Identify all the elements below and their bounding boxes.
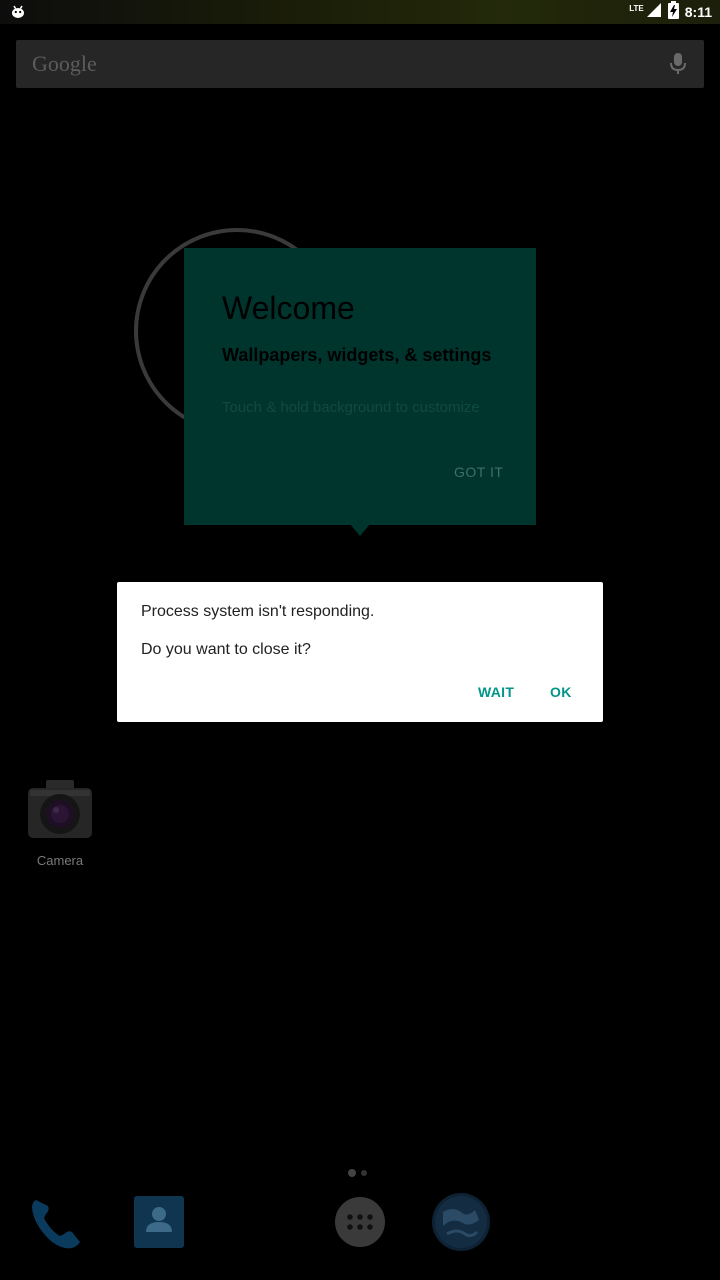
google-search-bar[interactable]: Google [16,40,704,88]
dock-contacts[interactable] [126,1192,190,1256]
browser-globe-icon [429,1190,493,1259]
app-camera[interactable]: Camera [20,778,100,868]
ok-button[interactable]: OK [550,684,572,700]
dialog-message: Process system isn't responding. [141,603,375,620]
android-notification-icon [10,5,26,23]
app-drawer-icon [328,1190,392,1259]
welcome-subtitle: Wallpapers, widgets, & settings [222,345,492,365]
welcome-pointer [350,524,370,536]
home-screen: LTE 8:11 Google Welcome Wallpapers, widg… [0,0,720,1280]
battery-charging-icon [667,0,679,24]
microphone-icon[interactable] [670,52,686,81]
page-dot [361,1170,367,1176]
contacts-icon [126,1190,190,1259]
welcome-title: Welcome [222,290,355,326]
clock: 8:11 [684,4,712,20]
dock-phone[interactable] [24,1192,88,1256]
welcome-card: Welcome Wallpapers, widgets, & settings … [184,248,536,525]
app-label-camera: Camera [36,853,84,868]
google-logo: Google [32,51,97,76]
phone-icon [24,1190,88,1259]
page-indicator [348,1169,367,1177]
status-bar: LTE 8:11 [0,0,720,24]
network-type: LTE [629,3,644,13]
page-dot-current [348,1169,356,1177]
anr-dialog: Process system isn't responding. Do you … [117,582,603,722]
welcome-body: Touch & hold background to customize [222,399,480,416]
dialog-question: Do you want to close it? [141,641,311,658]
wait-button[interactable]: WAIT [478,684,514,700]
got-it-button[interactable]: GOT IT [454,464,503,480]
camera-icon [24,780,96,846]
dock-app-drawer[interactable] [328,1192,392,1256]
signal-icon [646,2,662,23]
dock-browser[interactable] [429,1192,493,1256]
